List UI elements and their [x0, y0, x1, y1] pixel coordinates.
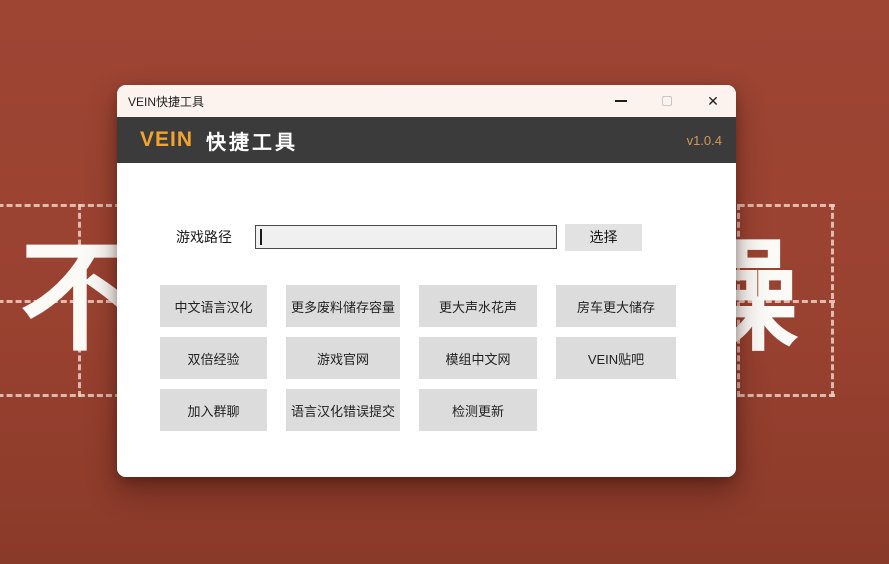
button-mod-chinese-site[interactable]: 模组中文网 — [419, 337, 537, 379]
grid-line-vertical-right-border — [831, 204, 834, 397]
maximize-icon — [662, 96, 672, 106]
game-path-row: 游戏路径 选择 — [176, 222, 642, 252]
close-icon: ✕ — [707, 93, 719, 109]
titlebar: VEIN快捷工具 ✕ — [117, 85, 736, 117]
app-title: 快捷工具 — [206, 131, 299, 154]
minimize-icon — [615, 100, 627, 102]
close-button[interactable]: ✕ — [690, 85, 736, 117]
button-submit-translation-error[interactable]: 语言汉化错误提交 — [286, 389, 400, 431]
button-louder-splash[interactable]: 更大声水花声 — [419, 285, 537, 327]
text-caret — [260, 229, 262, 245]
button-rv-bigger-storage[interactable]: 房车更大储存 — [556, 285, 676, 327]
button-more-scrap-storage[interactable]: 更多废料储存容量 — [286, 285, 400, 327]
game-path-input-wrap — [255, 225, 557, 249]
window-body: 游戏路径 选择 中文语言汉化 更多废料储存容量 更大声水花声 房车更大储存 双倍… — [117, 163, 736, 477]
window-title: VEIN快捷工具 — [128, 94, 205, 109]
button-chinese-localization[interactable]: 中文语言汉化 — [160, 285, 267, 327]
game-path-input[interactable] — [255, 225, 557, 249]
button-game-official-site[interactable]: 游戏官网 — [286, 337, 400, 379]
button-double-xp[interactable]: 双倍经验 — [160, 337, 267, 379]
minimize-button[interactable] — [598, 85, 644, 117]
brand-logo: VEIN — [140, 128, 194, 151]
desktop: { "background": { "char_left": "不", "cha… — [0, 0, 889, 564]
app-header: VEIN 快捷工具 v1.0.4 — [117, 117, 736, 163]
select-path-button[interactable]: 选择 — [565, 223, 642, 251]
button-check-update[interactable]: 检测更新 — [419, 389, 537, 431]
version-label: v1.0.4 — [686, 132, 722, 148]
game-path-label: 游戏路径 — [176, 229, 232, 245]
app-window: VEIN快捷工具 ✕ VEIN 快捷工具 v1.0.4 游戏路径 选择 中文语言… — [117, 85, 736, 477]
action-button-grid: 中文语言汉化 更多废料储存容量 更大声水花声 房车更大储存 双倍经验 游戏官网 … — [160, 285, 676, 431]
button-vein-tieba[interactable]: VEIN贴吧 — [556, 337, 676, 379]
button-join-group-chat[interactable]: 加入群聊 — [160, 389, 267, 431]
maximize-button — [644, 85, 690, 117]
